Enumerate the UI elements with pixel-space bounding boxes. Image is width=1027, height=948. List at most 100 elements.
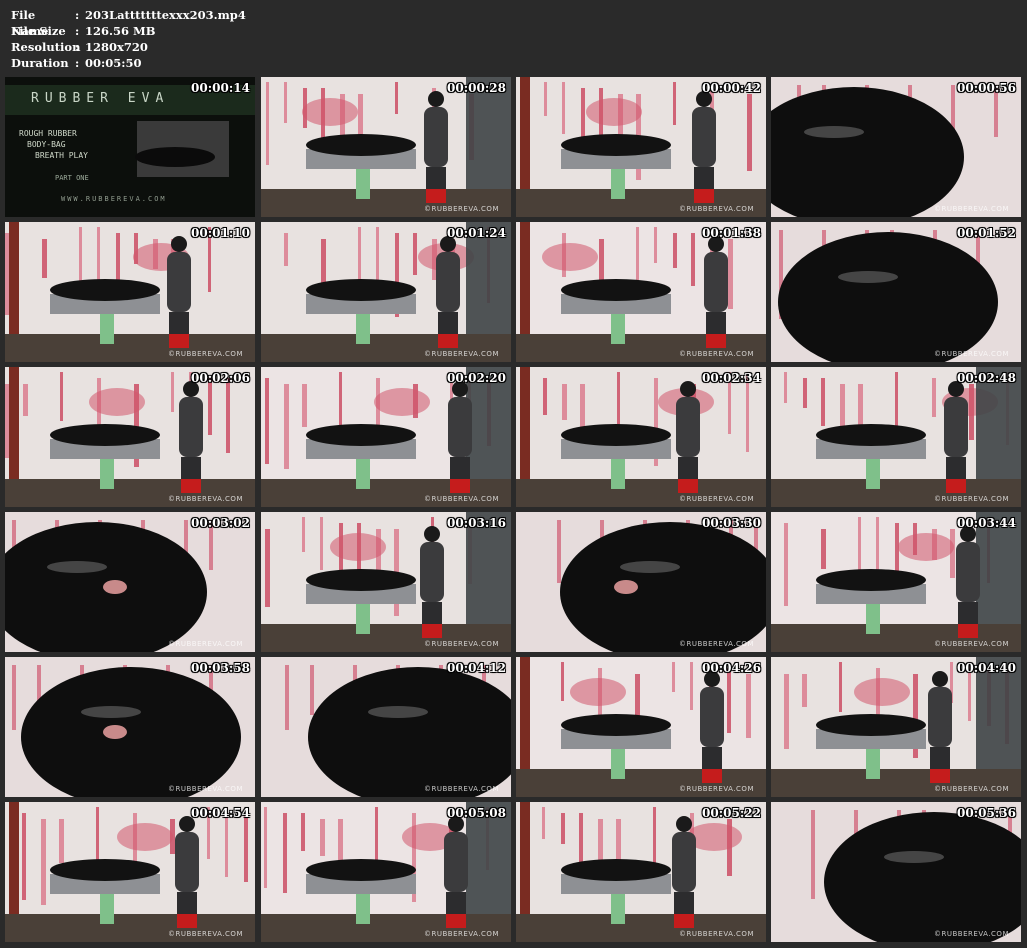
thumbnail-image (516, 802, 766, 942)
thumbnail-image (771, 222, 1021, 362)
thumbnail-timestamp: 00:01:52 (957, 226, 1016, 240)
thumbnail-watermark: ©RUBBEREVA.COM (679, 495, 754, 503)
thumbnail-timestamp: 00:01:10 (191, 226, 250, 240)
thumbnail-frame: ©RUBBEREVA.COM 00:04:54 (5, 802, 255, 942)
thumbnail-image (5, 802, 255, 942)
file-size-value: 126.56 MB (85, 24, 156, 38)
thumbnail-watermark: ©RUBBEREVA.COM (424, 930, 499, 938)
thumbnail-frame: ©RUBBEREVA.COM 00:01:38 (516, 222, 766, 362)
thumbnail-frame: ©RUBBEREVA.COM 00:01:52 (771, 222, 1021, 362)
thumbnail-image (771, 367, 1021, 507)
thumbnail-watermark: ©RUBBEREVA.COM (168, 640, 243, 648)
thumbnail-timestamp: 00:00:56 (957, 81, 1016, 95)
file-size-separator: : (75, 24, 80, 38)
thumbnail-frame: ©RUBBEREVA.COM 00:02:34 (516, 367, 766, 507)
thumbnail-timestamp: 00:02:34 (702, 371, 761, 385)
thumbnail-timestamp: 00:03:58 (191, 661, 250, 675)
thumbnail-grid: RUBBER EVA ROUGH RUBBER BODY-BAG BREATH PLA… (5, 77, 1023, 943)
thumbnail-watermark: ©RUBBEREVA.COM (934, 495, 1009, 503)
thumbnail-timestamp: 00:05:36 (957, 806, 1016, 820)
thumbnail-watermark: ©RUBBEREVA.COM (679, 205, 754, 213)
thumbnail-frame: ©RUBBEREVA.COM 00:01:10 (5, 222, 255, 362)
resolution-row: Resolution : 1280x720 (11, 39, 246, 55)
thumbnail-timestamp: 00:03:16 (447, 516, 506, 530)
thumbnail-watermark: ©RUBBEREVA.COM (934, 205, 1009, 213)
duration-label: Duration (11, 56, 69, 70)
thumbnail-frame: ©RUBBEREVA.COM 00:02:06 (5, 367, 255, 507)
thumbnail-image (5, 657, 255, 797)
thumbnail-timestamp: 00:04:54 (191, 806, 250, 820)
thumbnail-watermark: ©RUBBEREVA.COM (168, 350, 243, 358)
thumbnail-timestamp: 00:04:26 (702, 661, 761, 675)
thumbnail-frame: ©RUBBEREVA.COM 00:04:12 (261, 657, 511, 797)
file-name-label: File Name (11, 8, 49, 38)
thumbnail-image (771, 77, 1021, 217)
resolution-separator: : (75, 40, 80, 54)
thumbnail-watermark: ©RUBBEREVA.COM (679, 640, 754, 648)
thumbnail-image (516, 512, 766, 652)
thumbnail-watermark: ©RUBBEREVA.COM (424, 640, 499, 648)
thumbnail-timestamp: 00:02:06 (191, 371, 250, 385)
thumbnail-timestamp: 00:00:42 (702, 81, 761, 95)
thumbnail-frame: ©RUBBEREVA.COM 00:00:56 (771, 77, 1021, 217)
thumbnail-timestamp: 00:05:08 (447, 806, 506, 820)
thumbnail-image (516, 367, 766, 507)
thumbnail-image (771, 657, 1021, 797)
thumbnail-frame: ©RUBBEREVA.COM 00:05:08 (261, 802, 511, 942)
thumbnail-frame: ©RUBBEREVA.COM 00:04:26 (516, 657, 766, 797)
thumbnail-timestamp: 00:02:20 (447, 371, 506, 385)
thumbnail-watermark: ©RUBBEREVA.COM (934, 640, 1009, 648)
thumbnail-watermark: ©RUBBEREVA.COM (424, 785, 499, 793)
thumbnail-timestamp: 00:03:02 (191, 516, 250, 530)
file-size-label: File Size (11, 24, 66, 38)
thumbnail-timestamp: 00:01:38 (702, 226, 761, 240)
thumbnail-watermark: ©RUBBEREVA.COM (679, 930, 754, 938)
thumbnail-image (771, 802, 1021, 942)
thumbnail-watermark: ©RUBBEREVA.COM (424, 205, 499, 213)
title-card-line: BREATH PLAY (35, 151, 88, 160)
title-card-site: WWW.RUBBEREVA.COM (61, 195, 167, 203)
thumbnail-frame: ©RUBBEREVA.COM 00:00:42 (516, 77, 766, 217)
thumbnail-frame: ©RUBBEREVA.COM 00:03:16 (261, 512, 511, 652)
thumbnail-watermark: ©RUBBEREVA.COM (168, 930, 243, 938)
thumbnail-timestamp: 00:00:14 (191, 81, 250, 95)
thumbnail-image (5, 222, 255, 362)
thumbnail-image (261, 367, 511, 507)
duration-separator: : (75, 56, 80, 70)
duration-row: Duration : 00:05:50 (11, 55, 246, 71)
thumbnail-frame: ©RUBBEREVA.COM 00:01:24 (261, 222, 511, 362)
thumbnail-timestamp: 00:01:24 (447, 226, 506, 240)
thumbnail-timestamp: 00:03:44 (957, 516, 1016, 530)
thumbnail-image (516, 222, 766, 362)
thumbnail-image (261, 802, 511, 942)
thumbnail-image (516, 657, 766, 797)
thumbnail-watermark: ©RUBBEREVA.COM (934, 785, 1009, 793)
duration-value: 00:05:50 (85, 56, 142, 70)
thumbnail-timestamp: 00:02:48 (957, 371, 1016, 385)
thumbnail-frame: ©RUBBEREVA.COM 00:05:22 (516, 802, 766, 942)
thumbnail-image (5, 512, 255, 652)
file-size-row: File Size : 126.56 MB (11, 23, 246, 39)
thumbnail-image (516, 77, 766, 217)
file-info-panel: File Name : 203Latttttttexxx203.mp4 File… (11, 7, 246, 71)
file-name-value: 203Latttttttexxx203.mp4 (85, 8, 246, 22)
title-card-brand: RUBBER EVA (31, 91, 170, 106)
thumbnail-watermark: ©RUBBEREVA.COM (679, 350, 754, 358)
thumbnail-timestamp: 00:03:30 (702, 516, 761, 530)
thumbnail-frame: ©RUBBEREVA.COM 00:03:02 (5, 512, 255, 652)
title-card-part: PART ONE (55, 174, 89, 182)
thumbnail-timestamp: 00:04:12 (447, 661, 506, 675)
thumbnail-frame: ©RUBBEREVA.COM 00:00:28 (261, 77, 511, 217)
thumbnail-image (261, 657, 511, 797)
resolution-value: 1280x720 (85, 40, 148, 54)
thumbnail-timestamp: 00:04:40 (957, 661, 1016, 675)
thumbnail-watermark: ©RUBBEREVA.COM (424, 350, 499, 358)
title-card-line: ROUGH RUBBER (19, 129, 77, 138)
resolution-label: Resolution (11, 40, 81, 54)
thumbnail-timestamp: 00:05:22 (702, 806, 761, 820)
thumbnail-image (771, 512, 1021, 652)
thumbnail-image (261, 512, 511, 652)
thumbnail-frame: ©RUBBEREVA.COM 00:02:48 (771, 367, 1021, 507)
thumbnail-watermark: ©RUBBEREVA.COM (934, 350, 1009, 358)
thumbnail-watermark: ©RUBBEREVA.COM (934, 930, 1009, 938)
